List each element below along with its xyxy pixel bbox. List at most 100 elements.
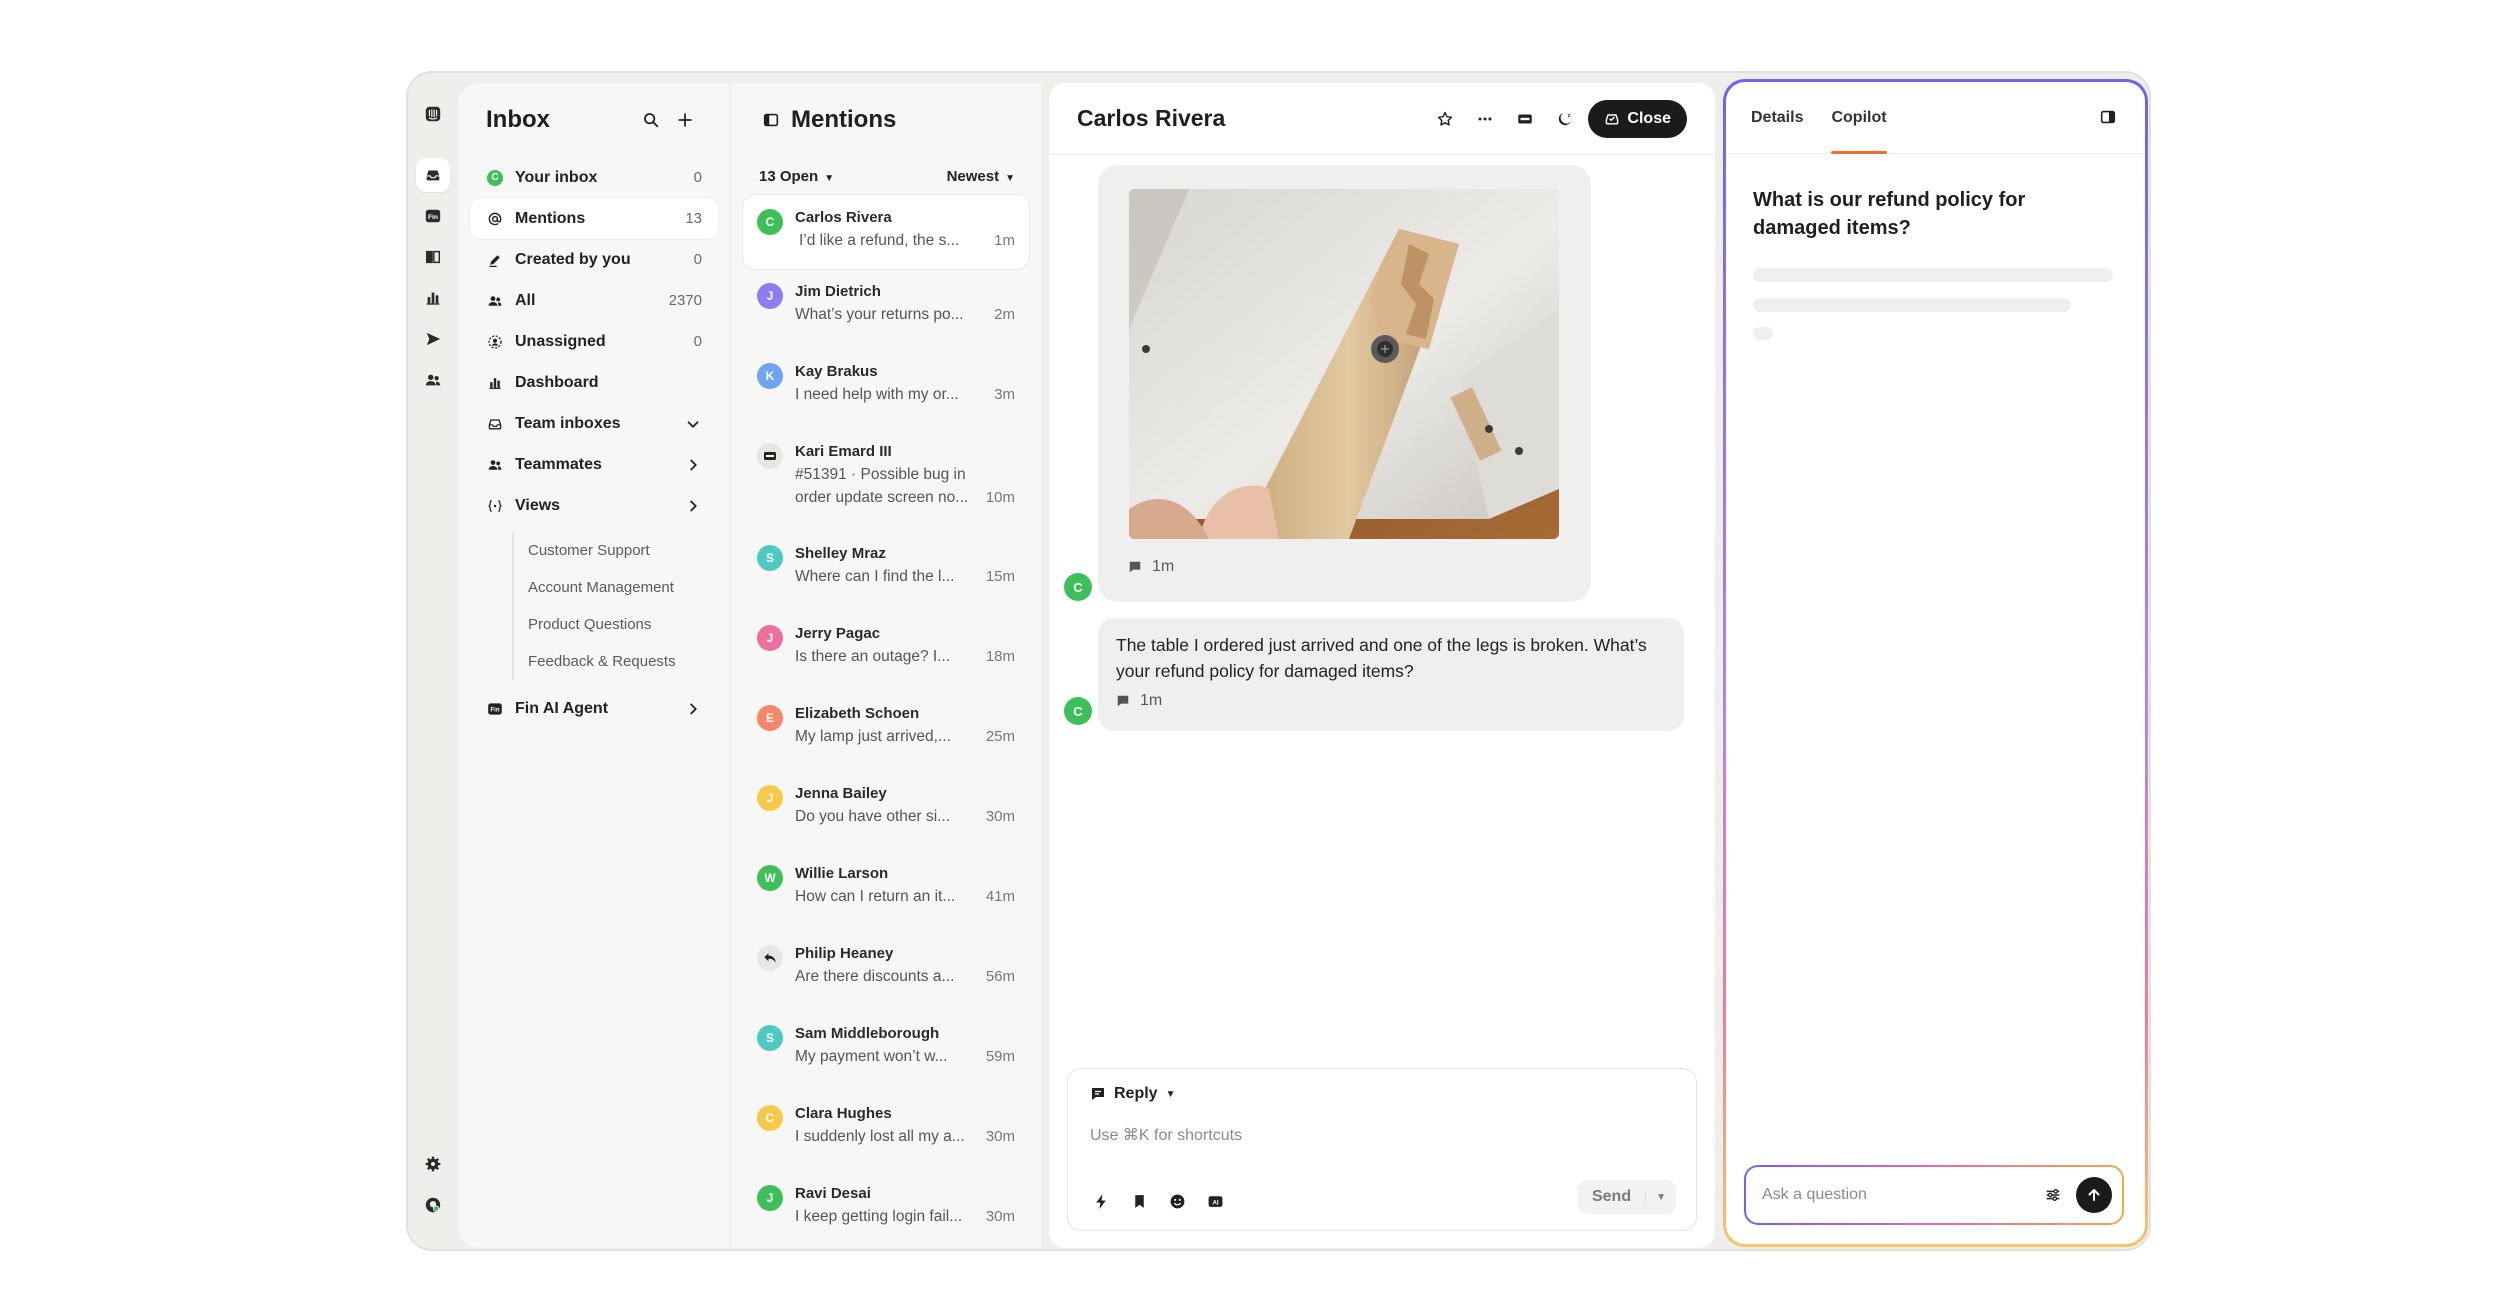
outbound-send-icon[interactable] — [416, 322, 450, 356]
open-status-dropdown[interactable]: 13 Open ▼ — [759, 168, 834, 185]
tab-copilot[interactable]: Copilot — [1831, 82, 1887, 154]
conversation-list-item[interactable]: J Jim Dietrich What’s your returns po... 2m — [743, 269, 1029, 349]
search-icon[interactable] — [634, 103, 668, 137]
settings-gear-icon[interactable] — [416, 1147, 450, 1181]
nav-item-all[interactable]: All 2370 — [470, 280, 718, 321]
conversation-name: Jerry Pagac — [795, 625, 881, 642]
conversation-list-item[interactable]: J Jenna Bailey Do you have other si... 30m — [743, 771, 1029, 851]
sidebar-toggle-icon[interactable] — [761, 110, 781, 130]
ask-send-button[interactable] — [2076, 1177, 2112, 1213]
fin-icon[interactable]: Fin — [416, 199, 450, 233]
conversation-time: 25m — [985, 728, 1015, 745]
reply-mode-dropdown[interactable]: Reply ▼ — [1090, 1085, 1175, 1103]
reply-input[interactable]: Use ⌘K for shortcuts — [1090, 1125, 1674, 1145]
conversation-list-item[interactable]: S Sam Middleborough My payment won’t w... 5… — [743, 1011, 1029, 1091]
close-conversation-button[interactable]: Close — [1588, 99, 1687, 138]
star-icon[interactable] — [1428, 102, 1462, 136]
conversation-avatar: C — [757, 1105, 783, 1131]
conversation-list-item[interactable]: E Elizabeth Schoen My lamp just arrived,..… — [743, 691, 1029, 771]
chevron-right-icon[interactable] — [684, 700, 702, 718]
chevron-right-icon[interactable] — [684, 497, 702, 515]
tab-details[interactable]: Details — [1751, 82, 1803, 154]
customer-avatar[interactable]: C — [1064, 573, 1092, 601]
nav-item-views[interactable]: Views — [470, 485, 718, 526]
ticket-icon[interactable] — [1508, 102, 1542, 136]
composer-toolbar: AI — [1090, 1190, 1226, 1212]
inbox-icon[interactable] — [416, 158, 450, 192]
nav-item-dashboard[interactable]: Dashboard — [470, 362, 718, 403]
chat-bubble-icon — [1117, 695, 1129, 707]
conversation-time: 18m — [985, 648, 1015, 665]
app-logo-icon[interactable] — [416, 97, 450, 131]
nav-item-label: Fin AI Agent — [515, 699, 609, 717]
nav-item-teammates[interactable]: Teammates — [470, 444, 718, 485]
ask-question-box: Ask a question — [1744, 1165, 2124, 1225]
svg-text:AI: AI — [1212, 1199, 1219, 1206]
nav-item-unassigned[interactable]: Unassigned 0 — [470, 321, 718, 362]
conversation-list-item[interactable]: W Willie Larson How can I return an it... 4… — [743, 851, 1029, 931]
conversation-preview: What’s your returns po... — [795, 306, 964, 323]
conversation-panel: Carlos Rivera z Close 1m C The table I o… — [1049, 83, 1715, 1248]
settings-sliders-icon[interactable] — [2042, 1184, 2064, 1206]
conversation-header: Carlos Rivera z Close — [1049, 83, 1715, 155]
bookmark-icon[interactable] — [1128, 1190, 1150, 1212]
conversation-list-item[interactable]: Philip Heaney Are there discounts a... 56m — [743, 931, 1029, 1011]
user-avatar-icon[interactable] — [416, 1188, 450, 1222]
emoji-icon[interactable] — [1166, 1190, 1188, 1212]
conversation-list-item[interactable]: S Shelley Mraz Where can I find the l... 15… — [743, 531, 1029, 611]
nav-item-your-inbox[interactable]: C Your inbox 0 — [470, 157, 718, 198]
view-item-account-management[interactable]: Account Management — [528, 569, 718, 606]
lightning-bolt-icon[interactable] — [1090, 1190, 1112, 1212]
bar-chart-icon — [486, 374, 504, 392]
conversation-name: Clara Hughes — [795, 1105, 892, 1122]
conversation-preview: I suddenly lost all my a... — [795, 1128, 965, 1145]
send-button[interactable]: Send ▼ — [1577, 1180, 1676, 1214]
text-message-bubble: The table I ordered just arrived and one… — [1098, 618, 1684, 731]
chat-bubble-icon — [1129, 561, 1141, 573]
pen-icon — [486, 251, 504, 269]
sort-dropdown[interactable]: Newest ▼ — [947, 168, 1015, 185]
ai-assist-icon[interactable]: AI — [1204, 1190, 1226, 1212]
chat-bubble-icon — [1092, 1088, 1104, 1100]
view-item-product-questions[interactable]: Product Questions — [528, 606, 718, 643]
conversation-list-item[interactable]: C Carlos Rivera I’d like a refund, the s..… — [743, 195, 1029, 269]
ask-question-input[interactable]: Ask a question — [1762, 1186, 2042, 1204]
nav-item-created-by-you[interactable]: Created by you 0 — [470, 239, 718, 280]
conversation-name: Philip Heaney — [795, 945, 894, 962]
more-options-icon[interactable] — [1468, 102, 1502, 136]
nav-item-fin-ai-agent[interactable]: Fin Fin AI Agent — [470, 688, 718, 729]
contacts-icon[interactable] — [416, 363, 450, 397]
conversation-avatar: C — [757, 209, 783, 235]
knowledge-book-icon[interactable] — [416, 240, 450, 274]
svg-text:z: z — [1568, 113, 1571, 119]
nav-item-label: Created by you — [515, 250, 631, 268]
conversation-preview: My lamp just arrived,... — [795, 728, 951, 745]
conversation-list-item[interactable]: Kari Emard III #51391 · Possible bug in or… — [743, 429, 1029, 531]
chevron-down-icon[interactable] — [684, 415, 702, 433]
conversation-list-item[interactable]: J Jerry Pagac Is there an outage? I... 18m — [743, 611, 1029, 691]
conversation-list-item[interactable]: J Ravi Desai I keep getting login fail... 3… — [743, 1171, 1029, 1249]
conversation-preview: I keep getting login fail... — [795, 1208, 963, 1225]
reports-chart-icon[interactable] — [416, 281, 450, 315]
conversation-time: 59m — [985, 1048, 1015, 1065]
mentions-header: Mentions — [731, 83, 1041, 157]
panel-collapse-icon[interactable] — [2097, 106, 2119, 128]
conversation-list-item[interactable]: C Clara Hughes I suddenly lost all my a...… — [743, 1091, 1029, 1171]
conversation-list-item[interactable]: K Kay Brakus I need help with my or... 3m — [743, 349, 1029, 429]
nav-item-mentions[interactable]: Mentions 13 — [470, 198, 718, 239]
add-plus-icon[interactable] — [668, 103, 702, 137]
conversation-name: Sam Middleborough — [795, 1025, 940, 1042]
snooze-moon-icon[interactable]: z — [1548, 102, 1582, 136]
ticket-avatar-icon — [757, 443, 783, 469]
chevron-right-icon[interactable] — [684, 456, 702, 474]
broken-table-leg-photo[interactable] — [1129, 189, 1559, 539]
send-options-caret-icon[interactable]: ▼ — [1645, 1191, 1676, 1203]
loading-skeleton-line — [1753, 298, 2071, 312]
conversation-preview-row: order update screen no... 10m — [795, 486, 1015, 509]
view-item-customer-support[interactable]: Customer Support — [528, 532, 718, 569]
customer-avatar[interactable]: C — [1064, 697, 1092, 725]
nav-item-team-inboxes[interactable]: Team inboxes — [470, 403, 718, 444]
conversation-preview-row: What’s your returns po... 2m — [795, 303, 1015, 326]
nav-item-label: Unassigned — [515, 332, 606, 350]
view-item-feedback-requests[interactable]: Feedback & Requests — [528, 643, 718, 680]
